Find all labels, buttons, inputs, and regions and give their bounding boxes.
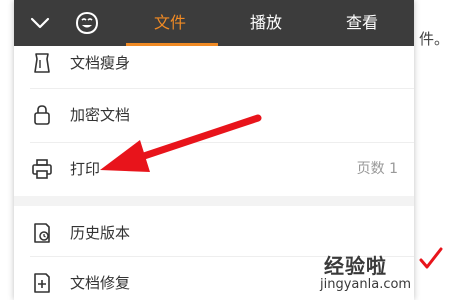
section-separator xyxy=(14,196,414,206)
chevron-down-icon[interactable] xyxy=(28,12,52,34)
page-count-value: 页数 1 xyxy=(356,161,398,177)
emoji-face-icon[interactable] xyxy=(74,10,100,36)
history-icon xyxy=(30,221,54,245)
document-slim-icon xyxy=(30,51,54,75)
printer-icon xyxy=(30,157,54,181)
menu-item-label: 历史版本 xyxy=(70,224,131,242)
menu-item-repair[interactable]: 文档修复 xyxy=(14,260,414,300)
file-menu-panel: 文件 播放 查看 文档瘦身 加密文档 打印 页数 1 历史版本 文档修复 xyxy=(14,0,414,300)
menu-item-document-slim[interactable]: 文档瘦身 xyxy=(14,40,414,86)
menu-item-history[interactable]: 历史版本 xyxy=(14,210,414,256)
divider xyxy=(30,88,414,89)
menu-item-label: 文档修复 xyxy=(70,274,131,292)
menu-item-label: 打印 xyxy=(70,160,101,178)
lock-icon xyxy=(30,103,54,127)
background-text-fragment: 件。 xyxy=(419,30,450,48)
menu-item-encrypt[interactable]: 加密文档 xyxy=(14,92,414,138)
menu-item-print[interactable]: 打印 页数 1 xyxy=(14,146,414,192)
document-repair-icon xyxy=(30,271,54,295)
menu-item-label: 加密文档 xyxy=(70,106,131,124)
divider xyxy=(30,142,414,143)
divider xyxy=(30,256,414,257)
screenshot: 件。 文件 播放 查看 文档瘦身 加密文档 打印 页数 1 历史版本 文档修复 … xyxy=(0,0,450,300)
menu-item-label: 文档瘦身 xyxy=(70,54,131,72)
